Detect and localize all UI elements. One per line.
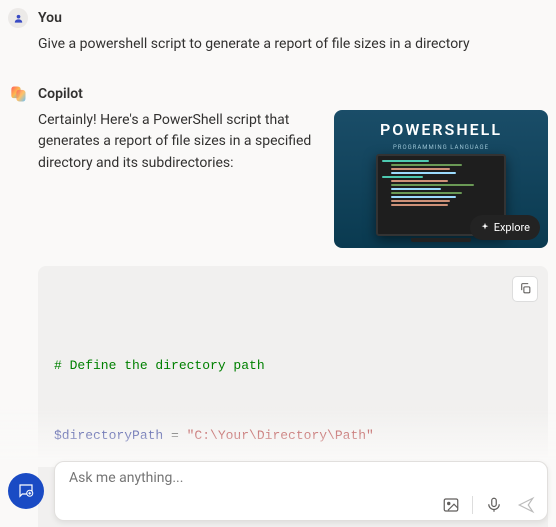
user-header: You bbox=[8, 8, 548, 28]
user-message-text: Give a powershell script to generate a r… bbox=[8, 34, 548, 56]
action-divider bbox=[472, 496, 473, 514]
copy-code-button[interactable] bbox=[512, 276, 538, 302]
copilot-avatar-icon bbox=[8, 84, 28, 104]
explore-button[interactable]: Explore bbox=[470, 215, 540, 240]
conversation-pane: You Give a powershell script to generate… bbox=[0, 0, 556, 527]
microphone-button[interactable] bbox=[483, 494, 505, 516]
code-comment: # Define the directory path bbox=[54, 358, 265, 373]
input-actions bbox=[69, 494, 537, 516]
send-icon bbox=[517, 496, 535, 514]
assistant-message-text: Certainly! Here's a PowerShell script th… bbox=[38, 110, 320, 175]
assistant-header: Copilot bbox=[8, 84, 548, 104]
reference-thumbnail[interactable]: POWERSHELL PROGRAMMING LANGUAGE Explore bbox=[334, 110, 548, 248]
assistant-name-label: Copilot bbox=[38, 86, 83, 102]
code-variable: $directoryPath bbox=[54, 428, 163, 443]
input-bar bbox=[8, 461, 548, 521]
message-input-container bbox=[54, 461, 548, 521]
thumbnail-subtitle: PROGRAMMING LANGUAGE bbox=[334, 143, 548, 152]
add-image-button[interactable] bbox=[440, 494, 462, 516]
new-chat-button[interactable] bbox=[8, 473, 44, 509]
sparkle-icon bbox=[480, 222, 490, 232]
code-string: "C:\Your\Directory\Path" bbox=[187, 428, 374, 443]
image-icon bbox=[442, 496, 460, 514]
microphone-icon bbox=[485, 496, 503, 514]
message-input[interactable] bbox=[69, 470, 537, 486]
send-button[interactable] bbox=[515, 494, 537, 516]
code-operator: = bbox=[163, 428, 186, 443]
user-name-label: You bbox=[38, 10, 62, 26]
thumbnail-title: POWERSHELL bbox=[334, 110, 548, 143]
explore-label: Explore bbox=[494, 219, 530, 236]
user-avatar-icon bbox=[8, 8, 28, 28]
copy-icon bbox=[519, 282, 532, 295]
chat-bubble-icon bbox=[17, 482, 35, 500]
user-message: You Give a powershell script to generate… bbox=[8, 8, 548, 56]
